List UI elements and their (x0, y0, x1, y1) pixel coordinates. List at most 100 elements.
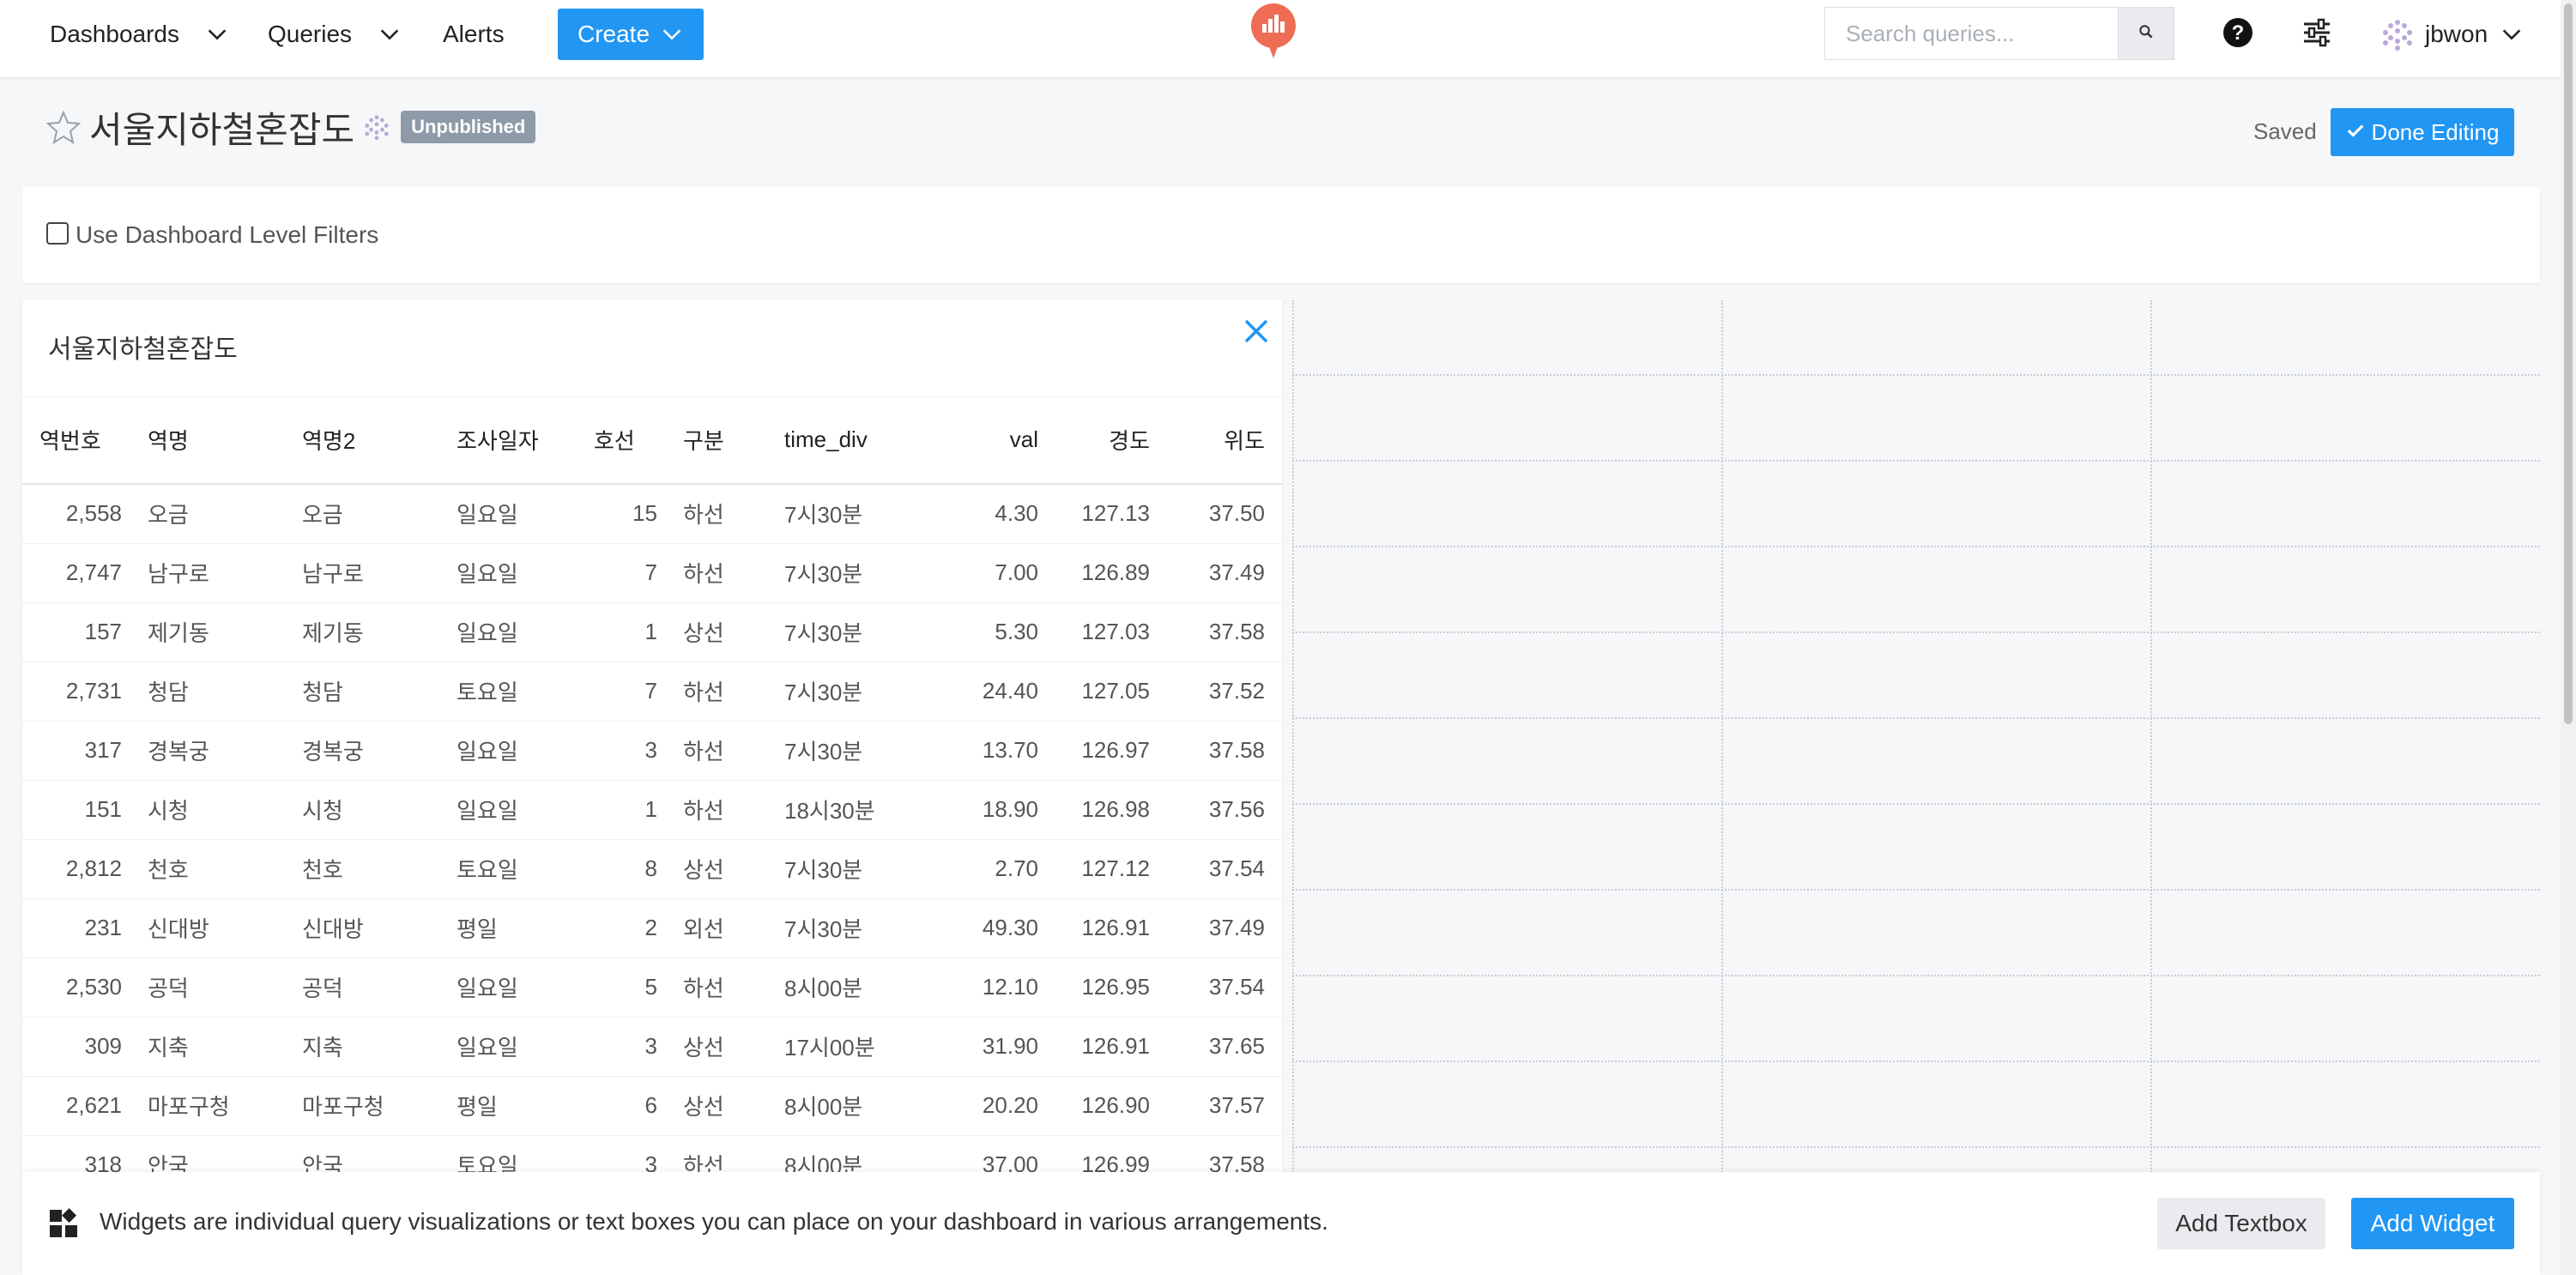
username: jbwon (2425, 21, 2488, 47)
table-cell: 7시30분 (777, 602, 928, 662)
widget-title[interactable]: 서울지하철혼잡도 (48, 328, 238, 366)
table-cell: 오금 (141, 484, 295, 544)
table-cell: 20.20 (928, 1076, 1045, 1136)
table-cell: 천호 (141, 839, 295, 899)
table-cell: 17시00분 (777, 1017, 928, 1077)
column-header[interactable]: val (928, 396, 1045, 485)
table-cell: 318 (22, 1135, 141, 1175)
chevron-down-icon (660, 22, 684, 46)
nav-dashboards[interactable]: Dashboards (50, 0, 229, 69)
table-cell: 231 (22, 898, 141, 958)
table-row: 318 안국 안국 토요일 3 하선 8시00분 37.00 126.99 37.58 (22, 1135, 1282, 1175)
column-header[interactable]: 위도 (1157, 396, 1282, 485)
table-cell: 6 (587, 1076, 676, 1136)
table-cell: 2,731 (22, 662, 141, 722)
svg-text:?: ? (2232, 21, 2245, 45)
done-editing-button[interactable]: Done Editing (2331, 108, 2514, 156)
done-editing-label: Done Editing (2371, 118, 2500, 145)
table-cell: 37.58 (1157, 602, 1282, 662)
nav-dashboards-label: Dashboards (50, 21, 179, 47)
table-cell: 37.00 (928, 1135, 1045, 1175)
create-button-label: Create (577, 21, 650, 47)
add-widget-button[interactable]: Add Widget (2351, 1198, 2514, 1249)
favorite-star-icon[interactable] (45, 110, 82, 145)
close-icon (1243, 317, 1270, 349)
table-cell: 37.57 (1157, 1076, 1282, 1136)
column-header[interactable]: 호선 (587, 396, 676, 485)
grid-line (1292, 460, 2540, 462)
column-header[interactable]: time_div (777, 396, 928, 485)
table-cell: 18.90 (928, 780, 1045, 840)
data-table: 역번호 역명 역명2 조사일자 호선 구분 time_div val 경도 위도… (22, 396, 1282, 1175)
table-cell: 37.58 (1157, 1135, 1282, 1175)
table-cell: 126.90 (1045, 1076, 1157, 1136)
table-cell: 7.00 (928, 543, 1045, 603)
redash-logo-icon[interactable] (1249, 2, 1297, 60)
table-cell: 3 (587, 721, 676, 781)
widget-close-button[interactable] (1236, 312, 1277, 353)
table-cell: 5 (587, 958, 676, 1018)
avatar (363, 113, 390, 141)
search-input[interactable] (1824, 7, 2118, 60)
table-cell: 마포구청 (295, 1076, 450, 1136)
column-header[interactable]: 역명 (141, 396, 295, 485)
table-cell: 남구로 (141, 543, 295, 603)
saved-status: Saved (2253, 118, 2317, 144)
table-cell: 지축 (141, 1017, 295, 1077)
table-cell: 126.99 (1045, 1135, 1157, 1175)
grid-line (1292, 975, 2540, 976)
column-header[interactable]: 역명2 (295, 396, 450, 485)
user-menu[interactable]: jbwon (2380, 9, 2524, 60)
avatar (2380, 17, 2415, 51)
table-cell: 토요일 (450, 1135, 587, 1175)
column-header[interactable]: 조사일자 (450, 396, 587, 485)
nav-queries[interactable]: Queries (268, 0, 402, 69)
table-cell: 5.30 (928, 602, 1045, 662)
search-button[interactable] (2118, 7, 2174, 60)
chevron-down-icon[interactable] (378, 22, 402, 46)
table-cell: 8시00분 (777, 1076, 928, 1136)
add-widget-info: Widgets are individual query visualizati… (100, 1208, 1328, 1235)
table-cell: 안국 (295, 1135, 450, 1175)
table-cell: 37.54 (1157, 958, 1282, 1018)
add-textbox-button[interactable]: Add Textbox (2157, 1198, 2325, 1249)
table-cell: 8 (587, 839, 676, 899)
table-header-row: 역번호 역명 역명2 조사일자 호선 구분 time_div val 경도 위도 (22, 396, 1282, 485)
query-widget: 서울지하철혼잡도 역번호 역명 역명2 조사일자 호선 구분 time_div … (22, 300, 1282, 1175)
page-title[interactable]: 서울지하철혼잡도 (89, 101, 354, 154)
dashboard-filters-checkbox[interactable] (46, 222, 69, 245)
table-cell: 2,621 (22, 1076, 141, 1136)
table-row: 317 경복궁 경복궁 일요일 3 하선 7시30분 13.70 126.97 37.58 (22, 721, 1282, 781)
table-row: 2,747 남구로 남구로 일요일 7 하선 7시30분 7.00 126.89 37.49 (22, 543, 1282, 603)
table-cell: 시청 (295, 780, 450, 840)
nav-alerts[interactable]: Alerts (443, 0, 505, 69)
column-header[interactable]: 구분 (676, 396, 777, 485)
table-cell: 37.50 (1157, 484, 1282, 544)
table-cell: 하선 (676, 1135, 777, 1175)
dashboard-filters-label[interactable]: Use Dashboard Level Filters (76, 221, 378, 249)
table-cell: 상선 (676, 839, 777, 899)
table-cell: 천호 (295, 839, 450, 899)
table-cell: 37.56 (1157, 780, 1282, 840)
table-cell: 49.30 (928, 898, 1045, 958)
table-row: 2,530 공덕 공덕 일요일 5 하선 8시00분 12.10 126.95 37.54 (22, 958, 1282, 1018)
search-icon (2138, 23, 2155, 45)
page-scrollbar-thumb[interactable] (2564, 3, 2573, 724)
grid-line (1292, 889, 2540, 891)
nav-queries-label: Queries (268, 21, 353, 47)
table-cell: 12.10 (928, 958, 1045, 1018)
help-button[interactable]: ? (2219, 15, 2257, 53)
column-header[interactable]: 역번호 (22, 396, 141, 485)
create-button[interactable]: Create (558, 9, 704, 60)
grid-line (1292, 300, 1294, 1175)
table-cell: 126.95 (1045, 958, 1157, 1018)
table-cell: 하선 (676, 721, 777, 781)
table-cell: 청담 (141, 662, 295, 722)
table-cell: 126.98 (1045, 780, 1157, 840)
grid-line (1292, 717, 2540, 719)
column-header[interactable]: 경도 (1045, 396, 1157, 485)
table-cell: 7시30분 (777, 721, 928, 781)
settings-button[interactable] (2298, 15, 2336, 53)
chevron-down-icon[interactable] (205, 22, 229, 46)
chevron-down-icon (2500, 22, 2524, 46)
